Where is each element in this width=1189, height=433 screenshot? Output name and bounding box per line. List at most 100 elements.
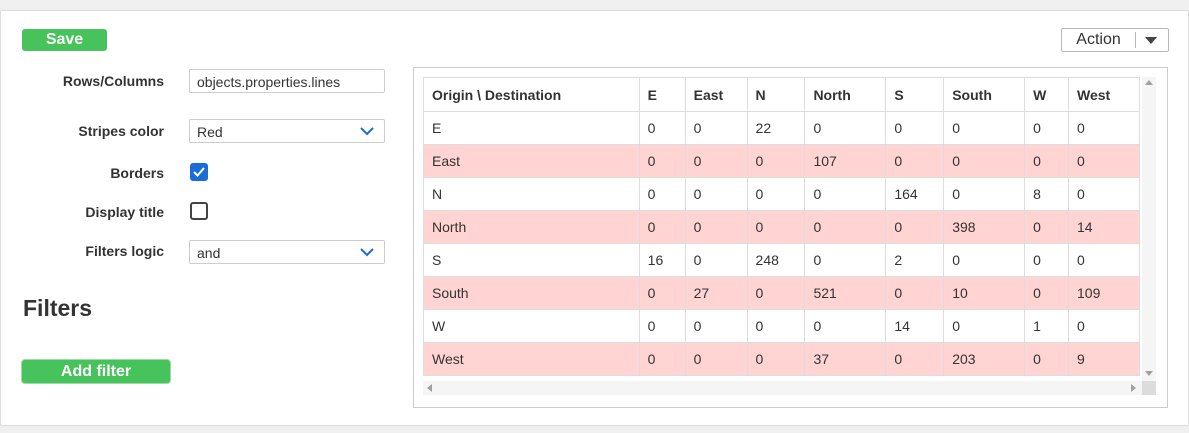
column-header: North <box>804 77 887 112</box>
table-cell: 0 <box>1068 177 1140 211</box>
row-header-cell: W <box>423 309 640 343</box>
scroll-up-icon[interactable] <box>1145 80 1153 85</box>
add-filter-button[interactable]: Add filter <box>22 360 170 383</box>
table-cell: 0 <box>885 144 945 178</box>
table-cell: 0 <box>885 276 945 310</box>
table-cell: 0 <box>804 111 887 145</box>
table-cell: 521 <box>804 276 887 310</box>
table-row: West 0 0 0 37 0 203 0 9 <box>423 342 1140 376</box>
table-row: E 0 0 22 0 0 0 0 0 <box>423 111 1140 145</box>
table-cell: 0 <box>804 243 887 277</box>
row-header-cell: E <box>423 111 640 145</box>
table-cell: 0 <box>746 210 806 244</box>
row-header-cell: North <box>423 210 640 244</box>
table-cell: 0 <box>638 111 686 145</box>
table-cell: 0 <box>943 309 1026 343</box>
table-cell: 8 <box>1024 177 1070 211</box>
action-dropdown-button[interactable]: Action <box>1061 28 1169 52</box>
table-row: S 16 0 248 0 2 0 0 0 <box>423 243 1140 277</box>
table-cell: 0 <box>638 177 686 211</box>
table-cell: 0 <box>746 342 806 376</box>
table-cell: 37 <box>804 342 887 376</box>
scroll-left-icon[interactable] <box>427 384 432 392</box>
table-cell: 14 <box>885 309 945 343</box>
row-header-cell: South <box>423 276 640 310</box>
table-cell: 0 <box>684 342 748 376</box>
display-title-label: Display title <box>85 204 164 220</box>
chevron-down-icon <box>360 248 374 257</box>
table-cell: 0 <box>1068 111 1140 145</box>
table-cell: 0 <box>638 276 686 310</box>
stripes-color-label: Stripes color <box>78 123 164 139</box>
column-header: E <box>638 77 686 112</box>
table-cell: 0 <box>684 210 748 244</box>
table-cell: 0 <box>684 309 748 343</box>
scroll-right-icon[interactable] <box>1131 384 1136 392</box>
table-cell: 14 <box>1068 210 1140 244</box>
table-body: E 0 0 22 0 0 0 0 0 East 0 0 0 107 0 0 0 0 N 0 0 0 0 164 0 8 0 North… <box>423 111 1140 376</box>
table-cell: 0 <box>943 243 1026 277</box>
table-cell: 0 <box>1068 144 1140 178</box>
table-cell: 0 <box>638 342 686 376</box>
column-header: W <box>1024 77 1070 112</box>
row-header-cell: West <box>423 342 640 376</box>
table-cell: 0 <box>885 342 945 376</box>
rows-columns-label: Rows/Columns <box>62 73 164 89</box>
column-header: Origin \ Destination <box>423 77 640 112</box>
table-cell: 0 <box>746 144 806 178</box>
table-header-row: Origin \ Destination E East N North S So… <box>423 77 1140 112</box>
horizontal-scrollbar[interactable] <box>423 381 1142 395</box>
table-cell: 0 <box>1024 342 1070 376</box>
row-header-cell: East <box>423 144 640 178</box>
table-cell: 0 <box>684 144 748 178</box>
column-header: South <box>943 77 1026 112</box>
table-cell: 0 <box>943 111 1026 145</box>
table-cell: 248 <box>746 243 806 277</box>
table-cell: 0 <box>746 309 806 343</box>
table-row: South 0 27 0 521 0 10 0 109 <box>423 276 1140 310</box>
table-cell: 0 <box>684 111 748 145</box>
filters-logic-label: Filters logic <box>85 243 164 259</box>
borders-label: Borders <box>110 165 164 181</box>
borders-checkbox[interactable] <box>190 163 208 181</box>
table-cell: 0 <box>746 276 806 310</box>
scroll-down-icon[interactable] <box>1145 371 1153 376</box>
stripes-color-select[interactable]: Red <box>189 119 385 143</box>
stripes-color-value: Red <box>197 124 223 140</box>
chevron-down-icon <box>360 127 374 136</box>
table-cell: 0 <box>885 111 945 145</box>
pivot-table: Origin \ Destination E East N North S So… <box>423 77 1140 376</box>
vertical-scrollbar[interactable] <box>1142 77 1156 381</box>
table-cell: 0 <box>885 210 945 244</box>
scrollbar-corner <box>1142 381 1156 395</box>
table-cell: 0 <box>1068 243 1140 277</box>
table-cell: 164 <box>885 177 945 211</box>
table-cell: 0 <box>1068 309 1140 343</box>
column-header: East <box>684 77 748 112</box>
table-cell: 0 <box>1024 210 1070 244</box>
table-cell: 0 <box>804 177 887 211</box>
table-cell: 0 <box>746 177 806 211</box>
action-label: Action <box>1076 31 1121 48</box>
caret-down-icon[interactable] <box>1145 37 1157 44</box>
table-cell: 0 <box>1024 276 1070 310</box>
table-cell: 0 <box>804 210 887 244</box>
filters-logic-select[interactable]: and <box>189 240 385 264</box>
table-cell: 10 <box>943 276 1026 310</box>
table-cell: 0 <box>638 144 686 178</box>
table-row: N 0 0 0 0 164 0 8 0 <box>423 177 1140 211</box>
column-header: S <box>885 77 945 112</box>
display-title-checkbox[interactable] <box>190 202 208 220</box>
row-header-cell: N <box>423 177 640 211</box>
rows-columns-input[interactable]: objects.properties.lines <box>189 69 385 93</box>
table-cell: 0 <box>1024 243 1070 277</box>
table-row: North 0 0 0 0 0 398 0 14 <box>423 210 1140 244</box>
save-button[interactable]: Save <box>22 29 107 51</box>
table-cell: 22 <box>746 111 806 145</box>
table-cell: 0 <box>684 243 748 277</box>
filters-heading: Filters <box>23 295 93 321</box>
table-cell: 0 <box>1024 144 1070 178</box>
column-header: N <box>746 77 806 112</box>
table-cell: 2 <box>885 243 945 277</box>
table-cell: 0 <box>943 177 1026 211</box>
